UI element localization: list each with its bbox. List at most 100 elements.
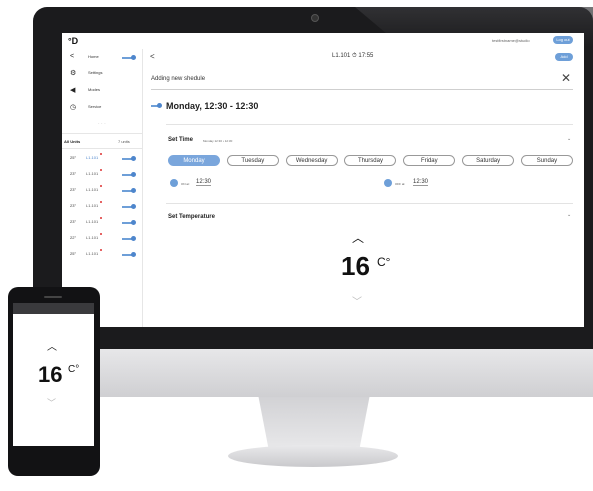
- units-count: 7 units: [118, 139, 130, 144]
- temperature-up-icon[interactable]: ︿: [352, 229, 364, 246]
- app-logo: °D: [68, 36, 79, 46]
- unit-name: L1.101: [86, 203, 99, 208]
- unit-row[interactable]: 25° L1.101: [62, 249, 142, 261]
- day-pill-saturday[interactable]: Saturday: [462, 155, 515, 166]
- alert-dot: [100, 201, 102, 203]
- on-time-input[interactable]: 12:30: [196, 179, 212, 186]
- unit-toggle[interactable]: [122, 172, 136, 177]
- user-email: testfirstname@studio: [492, 38, 530, 43]
- unit-toggle[interactable]: [122, 236, 136, 241]
- divider: [166, 124, 573, 125]
- unit-row[interactable]: 23° L1.101: [62, 185, 142, 197]
- temperature-unit: C°: [377, 255, 391, 269]
- sidebar: < Home ⚙ Settings ◀ Modes ◷ Service · · …: [62, 49, 143, 327]
- home-toggle[interactable]: [122, 55, 136, 60]
- units-header-label: All Units: [64, 139, 81, 144]
- temperature-down-icon[interactable]: ﹀: [352, 293, 362, 308]
- unit-temperature: 25°: [70, 155, 77, 160]
- schedule-toggle[interactable]: [151, 103, 162, 108]
- schedule-day-header: Monday, 12:30 - 12:30: [166, 101, 259, 111]
- unit-row[interactable]: 23° L1.101: [62, 169, 142, 181]
- divider: [166, 203, 573, 204]
- phone-speaker: [44, 296, 62, 298]
- chevron-down-icon[interactable]: ⌄: [567, 136, 571, 142]
- alert-dot: [100, 217, 102, 219]
- desktop-screen: °D testfirstname@studio Log out < Home ⚙…: [62, 33, 584, 327]
- more-dots[interactable]: · · ·: [98, 121, 106, 127]
- day-pill-monday[interactable]: Monday: [168, 155, 220, 166]
- phone-temperature-value: 16: [38, 362, 63, 387]
- off-time-label: OFF at:: [395, 182, 406, 186]
- unit-name: L1.101: [86, 219, 99, 224]
- imac-stand: [258, 397, 370, 452]
- nav-label: Modes: [88, 87, 101, 92]
- unit-toggle[interactable]: [122, 188, 136, 193]
- logout-button[interactable]: Log out: [553, 36, 573, 44]
- unit-row[interactable]: 25° L1.101: [62, 153, 142, 165]
- nav-label: Home: [88, 54, 99, 59]
- unit-toggle[interactable]: [122, 252, 136, 257]
- close-icon[interactable]: ✕: [561, 71, 571, 85]
- unit-row[interactable]: 23° L1.101: [62, 217, 142, 229]
- nav-item-home[interactable]: < Home: [62, 53, 142, 65]
- nav-item-modes[interactable]: ◀ Modes: [62, 86, 142, 98]
- alert-dot: [100, 249, 102, 251]
- alert-dot: [100, 185, 102, 187]
- nav-item-settings[interactable]: ⚙ Settings: [62, 69, 142, 81]
- phone-temperature-unit: C°: [68, 364, 80, 375]
- day-pill-wednesday[interactable]: Wednesday: [285, 155, 338, 166]
- nav-item-service[interactable]: ◷ Service: [62, 103, 142, 115]
- units-header: All Units 7 units: [62, 133, 142, 149]
- off-time-dot[interactable]: [384, 179, 392, 187]
- day-pill-thursday[interactable]: Thursday: [344, 155, 397, 166]
- phone-status-bar: [13, 303, 94, 314]
- day-pill-friday[interactable]: Friday: [403, 155, 456, 166]
- unit-temperature: 25°: [70, 251, 77, 256]
- unit-temperature: 23°: [70, 203, 77, 208]
- alert-dot: [100, 169, 102, 171]
- nav-label: Settings: [88, 70, 103, 75]
- on-time-dot[interactable]: [170, 179, 178, 187]
- on-time-label: ON at:: [181, 182, 190, 186]
- alert-dot: [100, 153, 102, 155]
- schedule-title: Adding new shedule: [151, 76, 206, 82]
- unit-name: L1.101: [86, 251, 99, 256]
- chevron-down-icon[interactable]: ⌄: [567, 212, 571, 218]
- back-button[interactable]: <: [150, 52, 155, 61]
- day-pill-sunday[interactable]: Sunday: [520, 155, 573, 166]
- phone-temperature-up-icon[interactable]: ︿: [47, 338, 57, 353]
- add-button[interactable]: Add: [555, 53, 573, 61]
- unit-toggle[interactable]: [122, 220, 136, 225]
- set-temperature-label[interactable]: Set Temperature: [168, 214, 215, 220]
- day-pill-tuesday[interactable]: Tuesday: [226, 155, 279, 166]
- off-time-input[interactable]: 12:30: [413, 179, 429, 186]
- alert-dot: [100, 233, 102, 235]
- clock-icon: ◷: [70, 104, 77, 111]
- unit-temperature: 23°: [70, 219, 77, 224]
- unit-toggle[interactable]: [122, 156, 136, 161]
- camera-icon: [311, 14, 319, 22]
- unit-temperature: 23°: [70, 187, 77, 192]
- unit-name: L1.101: [86, 171, 99, 176]
- phone-temperature-down-icon[interactable]: ﹀: [47, 396, 56, 409]
- unit-toggle[interactable]: [122, 204, 136, 209]
- gear-icon: ⚙: [70, 70, 77, 77]
- day-selector: Monday Tuesday Wednesday Thursday Friday Satu…: [168, 155, 573, 167]
- unit-temperature: 22°: [70, 235, 77, 240]
- unit-row[interactable]: 22° L1.101: [62, 233, 142, 245]
- unit-name: L1.101: [86, 187, 99, 192]
- temperature-value: 16: [341, 251, 370, 281]
- unit-name: L1.101: [86, 235, 99, 240]
- mode-icon: ◀: [70, 87, 76, 94]
- unit-row[interactable]: 23° L1.101: [62, 201, 142, 213]
- unit-name: L1.101: [86, 155, 99, 160]
- divider: [151, 89, 573, 90]
- imac-chin: [33, 349, 593, 397]
- set-time-subtitle: Monday 12:30 • 12:30: [203, 139, 233, 143]
- nav-label: Service: [88, 104, 102, 109]
- imac-base: [228, 445, 398, 467]
- chevron-left-icon[interactable]: <: [70, 53, 74, 60]
- unit-temperature: 23°: [70, 171, 77, 176]
- set-time-label[interactable]: Set Time: [168, 137, 193, 143]
- unit-title: L1.101 ⏱ 17:55: [332, 53, 374, 59]
